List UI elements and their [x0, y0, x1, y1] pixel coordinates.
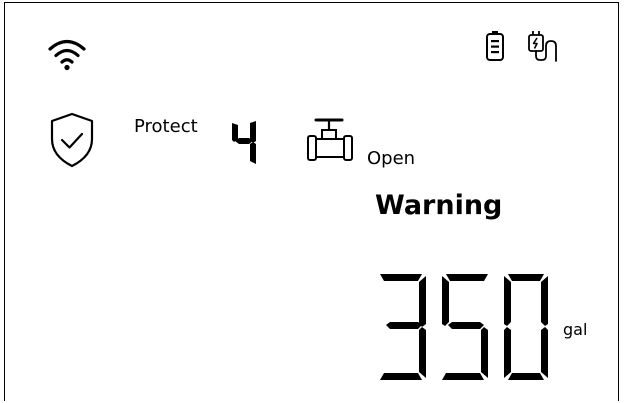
shield-check-icon	[49, 112, 95, 168]
volume-digit-3	[380, 274, 426, 380]
plug-icon	[527, 30, 563, 62]
battery-icon	[485, 30, 505, 62]
protect-level-digit: 4	[229, 121, 259, 169]
valve-state-label: Open	[367, 148, 416, 169]
wifi-icon	[47, 36, 87, 72]
volume-digit-0	[504, 274, 548, 380]
volume-unit-label: gal	[563, 320, 588, 339]
valve-icon	[306, 118, 358, 164]
warning-label: Warning	[375, 190, 503, 221]
volume-digit-5	[442, 274, 488, 380]
protect-label: Protect	[134, 116, 198, 137]
volume-readout: 350	[374, 272, 554, 388]
